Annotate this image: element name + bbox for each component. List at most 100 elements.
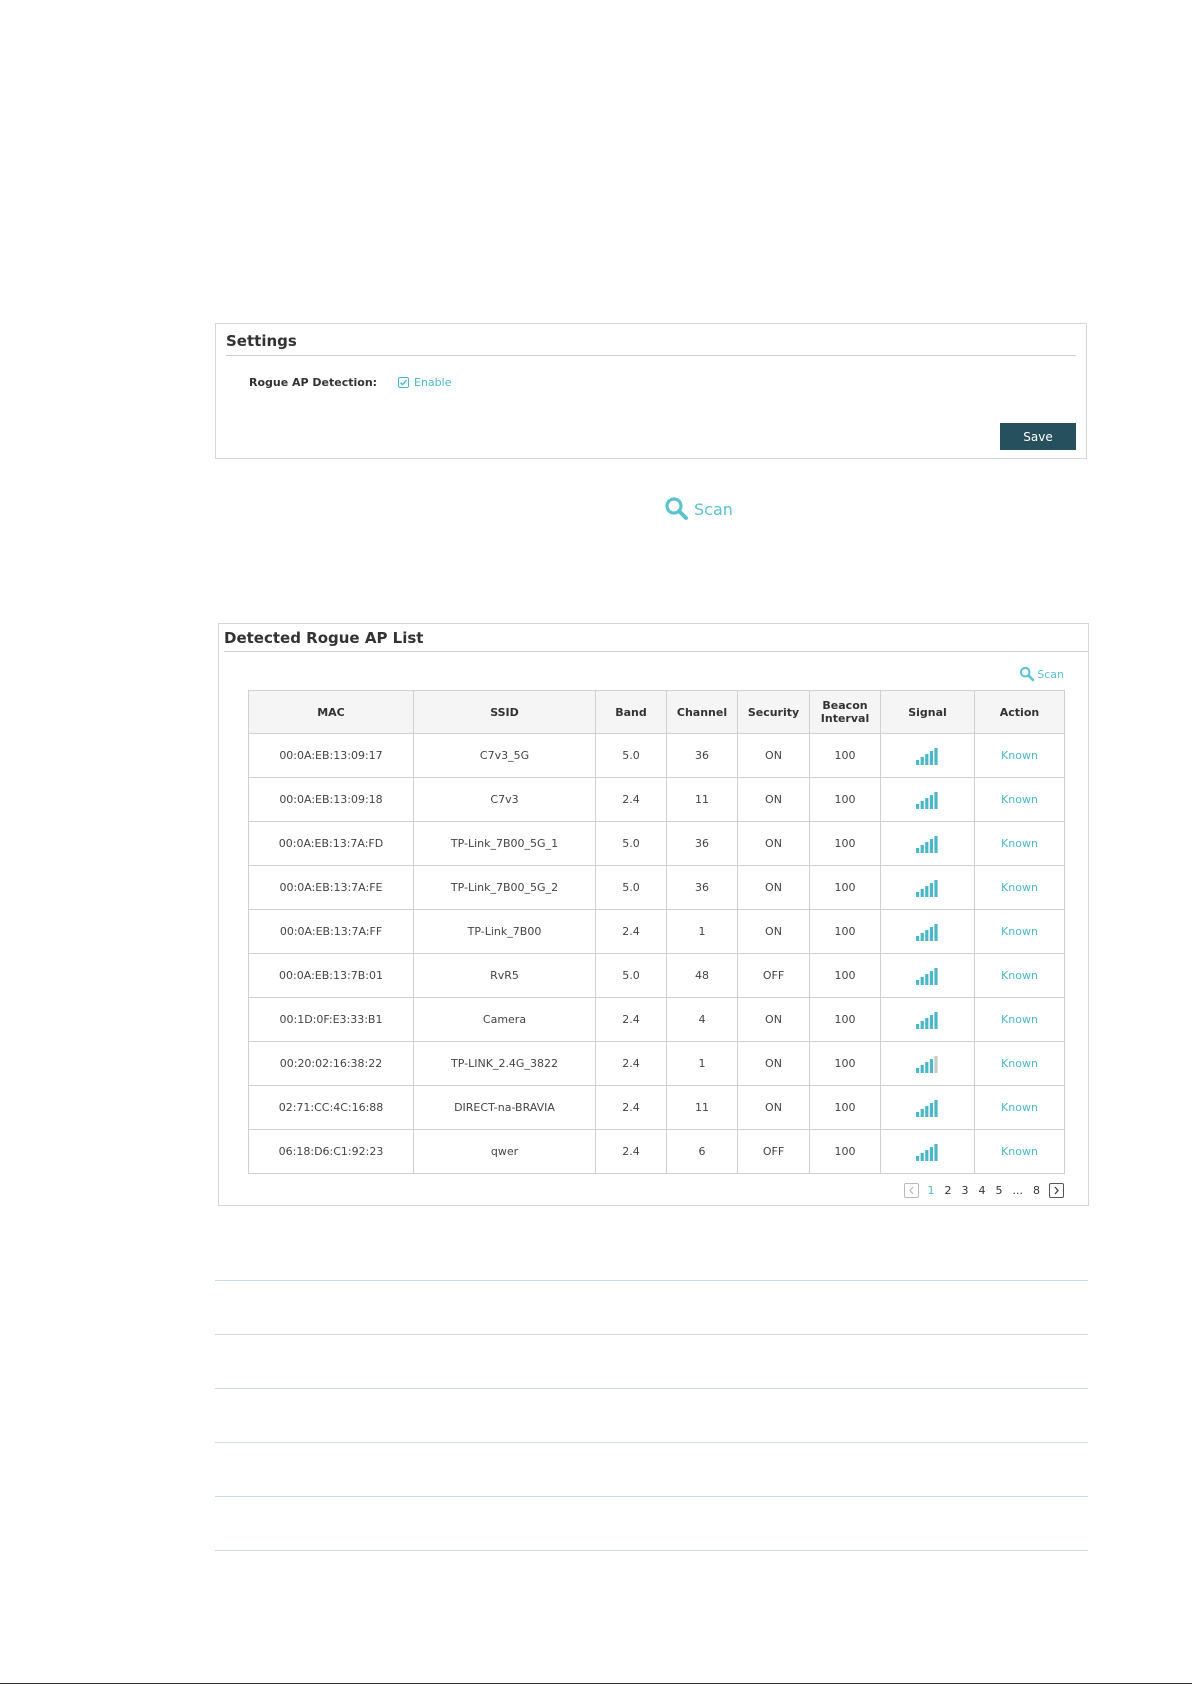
signal-bar (924, 841, 928, 853)
page-number[interactable]: 8 (1033, 1184, 1040, 1197)
signal-bar (924, 753, 928, 765)
col-header-band: Band (595, 690, 667, 734)
signal-bar (920, 976, 924, 985)
scan-label[interactable]: Scan (694, 500, 733, 519)
table-body: 00:0A:EB:13:09:17 C7v3_5G 5.0 36 ON 100 Known 0… (248, 733, 1065, 1174)
table-row: 00:0A:EB:13:7A:FE TP-Link_7B00_5G_2 5.0 36 O… (248, 865, 1065, 910)
cell-band: 2.4 (595, 1085, 667, 1130)
cell-channel: 1 (666, 909, 738, 954)
signal-bar (924, 929, 928, 941)
known-link[interactable]: Known (1001, 749, 1038, 762)
table-row: 00:0A:EB:13:7B:01 RvR5 5.0 48 OFF 100 Known (248, 953, 1065, 998)
signal-bar (933, 1143, 938, 1161)
rogue-ap-table: MAC SSID Band Channel Security Beacon In… (248, 690, 1065, 1174)
page-number[interactable]: 3 (962, 1184, 969, 1197)
cell-action: Known (974, 1041, 1065, 1086)
cell-band: 5.0 (595, 733, 667, 778)
scan-button[interactable]: Scan (664, 496, 733, 522)
prev-page-button[interactable] (903, 1183, 919, 1198)
list-scan-label[interactable]: Scan (1037, 668, 1064, 681)
cell-security: OFF (737, 953, 810, 998)
signal-bar (933, 747, 938, 765)
page-number[interactable]: 5 (996, 1184, 1003, 1197)
enable-checkbox[interactable] (398, 377, 409, 388)
known-link[interactable]: Known (1001, 969, 1038, 982)
cell-mac: 00:0A:EB:13:7A:FF (248, 909, 414, 954)
known-link[interactable]: Known (1001, 1101, 1038, 1114)
cell-mac: 02:71:CC:4C:16:88 (248, 1085, 414, 1130)
table-row: 00:0A:EB:13:7A:FF TP-Link_7B00 2.4 1 ON 100 Kn… (248, 909, 1065, 954)
page-number[interactable]: 4 (979, 1184, 986, 1197)
cell-band: 2.4 (595, 777, 667, 822)
signal-bar (915, 803, 919, 809)
signal-bar (915, 1111, 919, 1117)
col-header-mac: MAC (248, 690, 414, 734)
cell-channel: 4 (666, 997, 738, 1042)
cell-security: ON (737, 1085, 810, 1130)
signal-bar (933, 879, 938, 897)
table-row: 00:0A:EB:13:09:18 C7v3 2.4 11 ON 100 Known (248, 777, 1065, 822)
signal-bar (924, 1149, 928, 1161)
cell-channel: 48 (666, 953, 738, 998)
cell-band: 5.0 (595, 821, 667, 866)
list-scan-button[interactable]: Scan (1019, 666, 1064, 682)
cell-band: 2.4 (595, 997, 667, 1042)
cell-action: Known (974, 821, 1065, 866)
known-link[interactable]: Known (1001, 1013, 1038, 1026)
cell-ssid: TP-Link_7B00_5G_1 (413, 821, 596, 866)
cell-band: 5.0 (595, 865, 667, 910)
signal-bar (924, 1017, 928, 1029)
save-button[interactable]: Save (1000, 423, 1076, 450)
known-link[interactable]: Known (1001, 837, 1038, 850)
cell-mac: 00:0A:EB:13:09:17 (248, 733, 414, 778)
cell-ssid: Camera (413, 997, 596, 1042)
table-row: 00:20:02:16:38:22 TP-LINK_2.4G_3822 2.4 1 ON… (248, 1041, 1065, 1086)
known-link[interactable]: Known (1001, 1057, 1038, 1070)
page-number[interactable]: 2 (945, 1184, 952, 1197)
signal-strength-icon (915, 1143, 938, 1161)
known-link[interactable]: Known (1001, 881, 1038, 894)
cell-security: ON (737, 821, 810, 866)
cell-ssid: C7v3 (413, 777, 596, 822)
pagination: 1 2 3 4 5... 8 (903, 1183, 1064, 1198)
signal-bar (929, 750, 933, 765)
cell-channel: 36 (666, 821, 738, 866)
col-header-beacon-line1: Beacon (822, 699, 868, 712)
signal-bar (929, 1146, 933, 1161)
next-page-button[interactable] (1049, 1183, 1064, 1198)
cell-action: Known (974, 953, 1065, 998)
page-ellipsis: ... (1012, 1184, 1024, 1197)
known-link[interactable]: Known (1001, 925, 1038, 938)
enable-checkbox-group[interactable]: Enable (398, 376, 451, 389)
divider-line (215, 1280, 1088, 1281)
signal-bar (929, 1058, 933, 1073)
cell-signal (880, 777, 975, 822)
cell-security: ON (737, 733, 810, 778)
signal-bar (933, 1055, 938, 1073)
known-link[interactable]: Known (1001, 1145, 1038, 1158)
col-header-action: Action (974, 690, 1065, 734)
signal-bar (915, 891, 919, 897)
cell-ssid: TP-Link_7B00_5G_2 (413, 865, 596, 910)
signal-bar (915, 979, 919, 985)
cell-security: ON (737, 909, 810, 954)
col-header-beacon-interval: Beacon Interval (809, 690, 881, 734)
table-header-row: MAC SSID Band Channel Security Beacon In… (248, 690, 1065, 734)
signal-bar (915, 759, 919, 765)
signal-strength-icon (915, 879, 938, 897)
signal-bar (933, 835, 938, 853)
cell-security: OFF (737, 1129, 810, 1174)
signal-bar (933, 923, 938, 941)
cell-beacon: 100 (809, 777, 881, 822)
signal-bar (920, 800, 924, 809)
known-link[interactable]: Known (1001, 793, 1038, 806)
signal-bar (920, 888, 924, 897)
col-header-channel: Channel (666, 690, 738, 734)
table-row: 00:0A:EB:13:09:17 C7v3_5G 5.0 36 ON 100 Known (248, 733, 1065, 778)
cell-ssid: RvR5 (413, 953, 596, 998)
col-header-beacon-line2: Interval (820, 712, 870, 725)
page-number[interactable]: 1 (928, 1184, 935, 1197)
table-row: 00:1D:0F:E3:33:B1 Camera 2.4 4 ON 100 Known (248, 997, 1065, 1042)
enable-label[interactable]: Enable (414, 376, 451, 389)
signal-strength-icon (915, 967, 938, 985)
